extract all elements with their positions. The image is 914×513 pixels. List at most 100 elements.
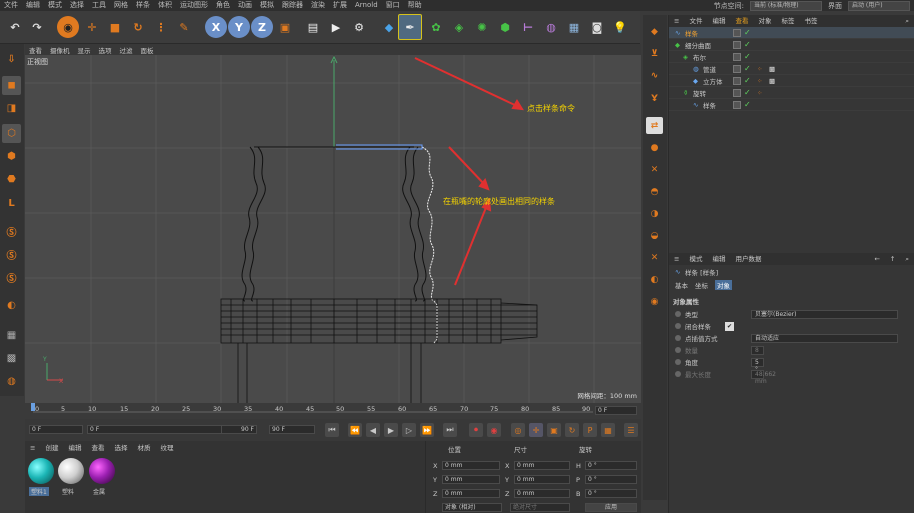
vp-menu-display[interactable]: 显示 xyxy=(74,45,95,55)
enabled-check-icon[interactable]: ✓ xyxy=(744,40,751,49)
coord-mode-select[interactable]: 对象 (相对) xyxy=(442,503,502,512)
am-menu-edit[interactable]: 编辑 xyxy=(707,253,730,265)
object-row-lathe[interactable]: ⚱ 旋转 ✓ ⁘ xyxy=(669,87,914,99)
menu-arnold[interactable]: Arnold xyxy=(351,0,382,11)
undo-icon[interactable]: ↶ xyxy=(4,16,26,38)
snap-mode-icon[interactable]: Ⓢ xyxy=(2,268,21,287)
knife-palette-icon[interactable]: ✕ xyxy=(646,249,663,266)
material-swatch-plastic[interactable] xyxy=(58,458,84,484)
material-tag-icon[interactable]: ▩ xyxy=(769,65,775,73)
node-space-select[interactable]: 当前 (标准/物理) xyxy=(750,0,822,11)
phong-tag-icon[interactable]: ⁘ xyxy=(757,65,762,73)
menu-mode[interactable]: 模式 xyxy=(44,0,66,11)
menu-window[interactable]: 窗口 xyxy=(382,0,404,11)
visibility-toggle[interactable] xyxy=(733,76,741,85)
om-menu-objects[interactable]: 对象 xyxy=(753,15,776,27)
animate-dot[interactable] xyxy=(675,347,681,353)
end-frame-field[interactable]: 90 F xyxy=(269,425,315,434)
snap-settings-icon[interactable]: Ⓢ xyxy=(2,245,21,264)
subtab-object[interactable]: 对象 xyxy=(715,280,732,290)
rotation-b-field[interactable]: 0 ° xyxy=(585,489,637,498)
prev-frame-icon[interactable]: ◀ xyxy=(366,423,380,437)
key-pla-icon[interactable]: ▦ xyxy=(601,423,615,437)
menu-tracker[interactable]: 跟踪器 xyxy=(278,0,307,11)
visibility-toggle[interactable] xyxy=(733,100,741,109)
goto-end-icon[interactable]: ⏭ xyxy=(443,423,457,437)
polygons-mode-icon[interactable]: ⬣ xyxy=(2,170,21,189)
magnet-palette-icon[interactable]: ◐ xyxy=(646,271,663,288)
animate-dot[interactable] xyxy=(675,335,681,341)
material-swatch-plastic1[interactable] xyxy=(28,458,54,484)
om-hamburger-icon[interactable]: ≡ xyxy=(669,15,684,27)
enabled-check-icon[interactable]: ✓ xyxy=(744,28,751,37)
menu-extensions[interactable]: 扩展 xyxy=(329,0,351,11)
floor-icon[interactable]: ▦ xyxy=(563,16,585,38)
object-row-boolean[interactable]: ◈ 布尔 ✓ xyxy=(669,51,914,63)
axis-mode-icon[interactable]: L xyxy=(2,194,21,213)
position-x-field[interactable]: 0 mm xyxy=(442,461,500,470)
cloner-icon[interactable]: ✺ xyxy=(471,16,493,38)
live-select-icon[interactable]: ✎ xyxy=(173,16,195,38)
position-y-field[interactable]: 0 mm xyxy=(442,475,500,484)
spline-pen-icon[interactable]: ✒ xyxy=(398,14,422,40)
extrude-palette-icon[interactable]: ◒ xyxy=(646,227,663,244)
rotation-h-field[interactable]: 0 ° xyxy=(585,461,637,470)
render-view-icon[interactable]: ▤ xyxy=(302,16,324,38)
mat-menu-select[interactable]: 选择 xyxy=(109,442,132,454)
points-mode-icon[interactable]: ⬡ xyxy=(2,124,21,143)
menu-mograph[interactable]: 运动图形 xyxy=(176,0,212,11)
y-axis-lock-icon[interactable]: Y xyxy=(228,16,250,38)
apply-button[interactable]: 应用 xyxy=(585,503,637,512)
position-z-field[interactable]: 0 mm xyxy=(442,489,500,498)
viewport-solo-icon[interactable]: ◍ xyxy=(2,372,21,391)
cube-palette-icon[interactable]: ◆ xyxy=(646,23,663,40)
delete-points-icon[interactable]: ✕ xyxy=(646,161,663,178)
cube-object-icon[interactable]: ◆ xyxy=(378,16,400,38)
om-search-icon[interactable]: ⌕ xyxy=(900,15,914,27)
subdivision-icon[interactable]: ✿ xyxy=(425,16,447,38)
mat-menu-edit[interactable]: 编辑 xyxy=(63,442,86,454)
om-menu-file[interactable]: 文件 xyxy=(684,15,707,27)
enabled-check-icon[interactable]: ✓ xyxy=(744,88,751,97)
size-mode-select[interactable]: 绝对尺寸 xyxy=(510,503,570,512)
visibility-toggle[interactable] xyxy=(733,88,741,97)
size-y-field[interactable]: 0 mm xyxy=(514,475,570,484)
play-icon[interactable]: ▶ xyxy=(384,423,398,437)
menu-mesh[interactable]: 网格 xyxy=(110,0,132,11)
menu-character[interactable]: 角色 xyxy=(212,0,234,11)
om-menu-tags[interactable]: 标签 xyxy=(776,15,799,27)
viewport-front[interactable]: Y X 正视图 网格间距：100 mm 点击样条命令 在瓶嘴的轮廓处画出相同的样… xyxy=(25,55,641,403)
material-tag-icon[interactable]: ▩ xyxy=(769,77,775,85)
menu-select[interactable]: 选择 xyxy=(66,0,88,11)
tag-palette-icon[interactable]: ⇄ xyxy=(646,117,663,134)
rotate-tool-icon[interactable]: ↻ xyxy=(127,16,149,38)
move-tool-icon[interactable]: ✛ xyxy=(81,16,103,38)
mat-menu-view[interactable]: 查看 xyxy=(86,442,109,454)
animate-dot[interactable] xyxy=(675,323,681,329)
menu-edit[interactable]: 编辑 xyxy=(22,0,44,11)
array-icon[interactable]: ⬢ xyxy=(494,16,516,38)
texture-mode-icon[interactable]: ◨ xyxy=(2,99,21,118)
visibility-toggle[interactable] xyxy=(733,64,741,73)
key-rotation-icon[interactable]: ↻ xyxy=(565,423,579,437)
animate-dot[interactable] xyxy=(675,371,681,377)
menu-animate[interactable]: 动画 xyxy=(234,0,256,11)
am-up-icon[interactable]: ↑ xyxy=(885,253,900,265)
object-row-tube[interactable]: ◍ 管道 ✓ ⁘ ▩ xyxy=(669,63,914,75)
bevel-palette-icon[interactable]: ◓ xyxy=(646,183,663,200)
grid-icon[interactable]: ▦ xyxy=(2,326,21,345)
am-menu-mode[interactable]: 模式 xyxy=(684,253,707,265)
vp-menu-filter[interactable]: 过滤 xyxy=(116,45,137,55)
mat-menu-material[interactable]: 材质 xyxy=(132,442,155,454)
vp-menu-options[interactable]: 选项 xyxy=(95,45,116,55)
auto-key-icon[interactable]: ◉ xyxy=(487,423,501,437)
om-menu-edit[interactable]: 编辑 xyxy=(707,15,730,27)
size-z-field[interactable]: 0 mm xyxy=(514,489,570,498)
preview-max-field[interactable]: 90 F xyxy=(221,425,257,434)
model-mode-icon[interactable]: ◼ xyxy=(2,76,21,95)
visibility-toggle[interactable] xyxy=(733,52,741,61)
vp-menu-panel[interactable]: 面板 xyxy=(137,45,158,55)
enabled-check-icon[interactable]: ✓ xyxy=(744,64,751,73)
start-frame-field[interactable]: 0 F xyxy=(29,425,83,434)
enabled-check-icon[interactable]: ✓ xyxy=(744,76,751,85)
